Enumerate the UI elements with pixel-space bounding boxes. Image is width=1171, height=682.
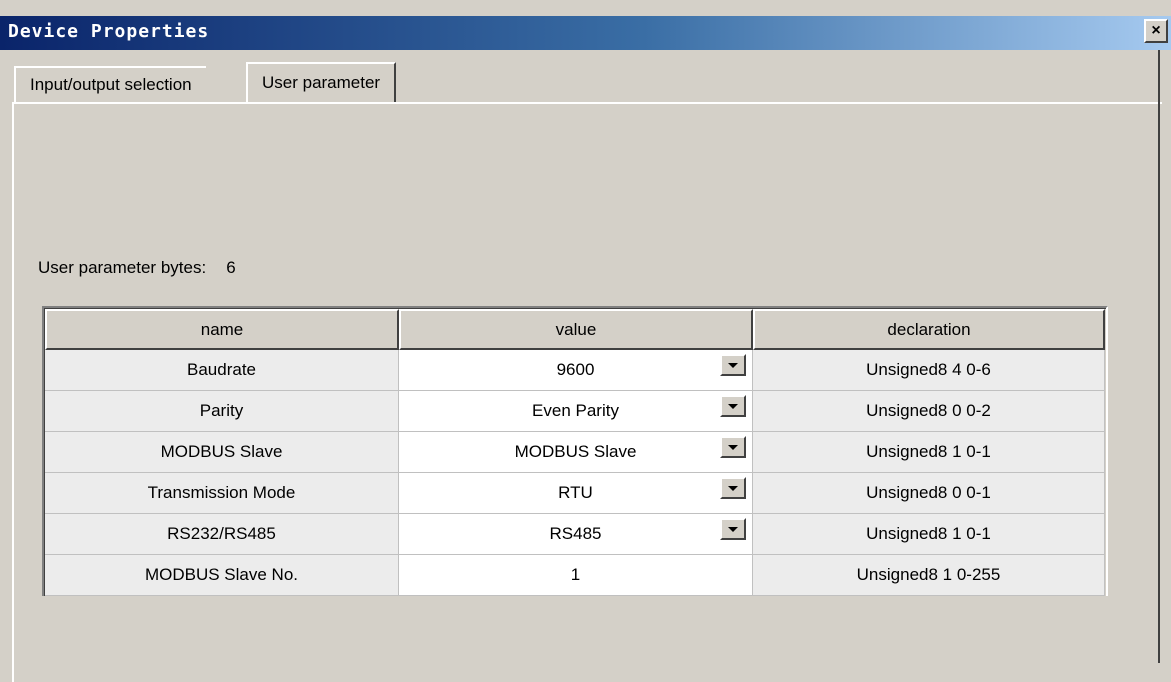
close-button[interactable]: × bbox=[1144, 19, 1168, 43]
parameter-value-text: 1 bbox=[570, 565, 581, 584]
parameter-declaration-cell: Unsigned8 1 0-255 bbox=[753, 555, 1105, 596]
chevron-down-icon bbox=[728, 485, 738, 491]
parameter-value-select[interactable]: Even Parity bbox=[399, 391, 753, 432]
parameter-name-cell: MODBUS Slave bbox=[45, 432, 399, 473]
parameter-value-field[interactable]: 1 bbox=[399, 555, 753, 596]
column-header-value[interactable]: value bbox=[399, 309, 753, 350]
table-row: MODBUS Slave No. 1 Unsigned8 1 0-255 bbox=[45, 555, 1106, 596]
parameter-value-select[interactable]: RS485 bbox=[399, 514, 753, 555]
chevron-down-icon bbox=[728, 403, 738, 409]
table-header-row: name value declaration bbox=[45, 309, 1106, 350]
dropdown-button[interactable] bbox=[720, 518, 746, 540]
table-body: Baudrate 9600 Unsigned8 4 0-6 Parity Even Pa… bbox=[45, 350, 1106, 596]
window-right-border bbox=[1158, 50, 1160, 663]
chevron-down-icon bbox=[728, 444, 738, 450]
table-row: Parity Even Parity Unsigned8 0 0-2 bbox=[45, 391, 1106, 432]
parameter-value-select[interactable]: RTU bbox=[399, 473, 753, 514]
table-row: Transmission Mode RTU Unsigned8 0 0-1 bbox=[45, 473, 1106, 514]
parameter-name-cell: Transmission Mode bbox=[45, 473, 399, 514]
parameter-declaration-cell: Unsigned8 0 0-1 bbox=[753, 473, 1105, 514]
user-parameter-bytes: User parameter bytes: 6 bbox=[38, 258, 236, 278]
parameter-value-text: RTU bbox=[558, 483, 593, 502]
parameter-value-select[interactable]: MODBUS Slave bbox=[399, 432, 753, 473]
parameter-declaration-cell: Unsigned8 4 0-6 bbox=[753, 350, 1105, 391]
tab-input-output-selection[interactable]: Input/output selection bbox=[14, 66, 206, 102]
dropdown-button[interactable] bbox=[720, 477, 746, 499]
close-icon: × bbox=[1151, 22, 1161, 39]
parameter-value-select[interactable]: 9600 bbox=[399, 350, 753, 391]
table-row: MODBUS Slave MODBUS Slave Unsigned8 1 0-1 bbox=[45, 432, 1106, 473]
table-row: RS232/RS485 RS485 Unsigned8 1 0-1 bbox=[45, 514, 1106, 555]
dropdown-button[interactable] bbox=[720, 436, 746, 458]
parameter-name-cell: Parity bbox=[45, 391, 399, 432]
parameter-value-text: MODBUS Slave bbox=[514, 442, 637, 461]
title-bar[interactable]: Device Properties × bbox=[0, 16, 1171, 50]
parameter-value-text: RS485 bbox=[549, 524, 602, 543]
user-parameter-bytes-value: 6 bbox=[226, 258, 236, 277]
parameter-declaration-cell: Unsigned8 0 0-2 bbox=[753, 391, 1105, 432]
parameter-name-cell: MODBUS Slave No. bbox=[45, 555, 399, 596]
parameter-value-text: 9600 bbox=[556, 360, 595, 379]
table-row: Baudrate 9600 Unsigned8 4 0-6 bbox=[45, 350, 1106, 391]
dropdown-button[interactable] bbox=[720, 354, 746, 376]
column-header-declaration[interactable]: declaration bbox=[753, 309, 1105, 350]
user-parameter-bytes-label: User parameter bytes: bbox=[38, 258, 207, 277]
tab-user-parameter[interactable]: User parameter bbox=[246, 62, 397, 102]
dropdown-button[interactable] bbox=[720, 395, 746, 417]
parameter-name-cell: Baudrate bbox=[45, 350, 399, 391]
parameter-table: name value declaration Baudrate 9600 Unsig… bbox=[42, 306, 1108, 596]
parameter-declaration-cell: Unsigned8 1 0-1 bbox=[753, 514, 1105, 555]
column-header-name[interactable]: name bbox=[45, 309, 399, 350]
parameter-name-cell: RS232/RS485 bbox=[45, 514, 399, 555]
parameter-declaration-cell: Unsigned8 1 0-1 bbox=[753, 432, 1105, 473]
device-properties-window: Device Properties × Input/output selecti… bbox=[0, 0, 1171, 682]
chevron-down-icon bbox=[728, 526, 738, 532]
chevron-down-icon bbox=[728, 362, 738, 368]
window-title: Device Properties bbox=[8, 21, 210, 42]
parameter-value-text: Even Parity bbox=[532, 401, 619, 420]
